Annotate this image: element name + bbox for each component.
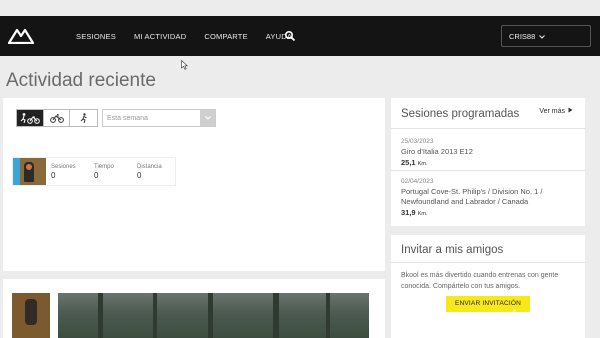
search-icon[interactable] — [284, 30, 296, 42]
session-name: Giro d'Italia 2013 E12 — [401, 147, 473, 156]
invite-title: Invitar a mis amigos — [401, 244, 504, 256]
username: CRIS88 — [509, 32, 536, 41]
session-name-line: Newfoundland and Labrador / Canada — [401, 197, 529, 206]
run-icon — [80, 112, 87, 123]
session-name-line: Portugal Cove-St. Philip's / Division No… — [401, 187, 543, 196]
app-frame: SESIONES MI ACTIVIDAD COMPARTE AYUDA CRI… — [0, 0, 600, 338]
stat-label: Distancia — [137, 164, 162, 170]
stat-value: 0 — [94, 171, 99, 180]
stat-sesiones: Sesiones 0 — [46, 158, 89, 185]
chevron-down-icon — [539, 35, 546, 39]
session-distance: 31,9 Km. — [401, 208, 576, 217]
stat-label: Sesiones — [51, 164, 76, 170]
stat-value: 0 — [137, 171, 142, 180]
filter-bike-button[interactable] — [44, 110, 71, 126]
activity-feed-item — [3, 279, 385, 338]
see-more-label: Ver más — [539, 108, 566, 115]
divider — [391, 128, 585, 129]
top-navbar: SESIONES MI ACTIVIDAD COMPARTE AYUDA CRI… — [0, 16, 600, 56]
activity-card: Esta semana Sesiones 0 Tiempo 0 Distanci… — [3, 98, 385, 271]
session-date: 02/04/2023 — [401, 178, 434, 185]
session-distance-value: 25,1 — [401, 158, 416, 167]
period-select-arrow[interactable] — [200, 110, 215, 126]
scheduled-sessions-card: Sesiones programadas Ver más 25/03/2023 … — [391, 98, 585, 226]
chevron-down-icon — [204, 116, 211, 120]
period-select[interactable]: Esta semana — [102, 109, 216, 127]
stat-distancia: Distancia 0 — [132, 158, 175, 185]
activity-stats: Sesiones 0 Tiempo 0 Distancia 0 — [12, 157, 176, 186]
session-distance: 25,1 Km. — [401, 158, 576, 167]
all-sports-icon — [20, 113, 40, 124]
session-name: Portugal Cove-St. Philip's / Division No… — [401, 187, 576, 207]
watermark: InShOt — [512, 306, 571, 325]
session-date: 25/03/2023 — [401, 138, 434, 145]
stat-label: Tiempo — [94, 164, 114, 170]
page-title: Actividad reciente — [6, 70, 156, 91]
nav-item-mi-actividad[interactable]: MI ACTIVIDAD — [134, 32, 186, 41]
nav-item-comparte[interactable]: COMPARTE — [204, 32, 247, 41]
sport-filter — [16, 109, 98, 127]
arrow-right-icon — [568, 107, 573, 113]
stat-value: 0 — [51, 171, 56, 180]
scheduled-sessions-title: Sesiones programadas — [401, 108, 520, 120]
session-distance-unit: Km. — [417, 161, 428, 167]
session-distance-unit: Km. — [417, 211, 428, 217]
divider — [391, 170, 585, 171]
invite-text: Bkool es más divertido cuando entrenas c… — [401, 272, 559, 290]
divider — [391, 262, 585, 263]
feed-route-image[interactable] — [58, 293, 369, 338]
session-distance-value: 31,9 — [401, 208, 416, 217]
cursor-icon — [181, 60, 189, 70]
main-nav: SESIONES MI ACTIVIDAD COMPARTE AYUDA — [76, 16, 310, 56]
filter-run-button[interactable] — [70, 110, 97, 126]
nav-item-sesiones[interactable]: SESIONES — [76, 32, 116, 41]
logo-icon[interactable] — [8, 28, 34, 44]
feed-avatar-thumbnail[interactable] — [12, 293, 50, 338]
stats-thumbnail — [13, 158, 46, 185]
stat-tiempo: Tiempo 0 — [89, 158, 132, 185]
see-more-link[interactable]: Ver más — [539, 107, 573, 115]
bike-icon — [49, 114, 64, 123]
scheduled-session-item[interactable]: 02/04/2023 Portugal Cove-St. Philip's / … — [401, 178, 576, 217]
period-select-value: Esta semana — [107, 115, 148, 122]
user-menu-button[interactable]: CRIS88 — [501, 25, 591, 47]
scheduled-session-item[interactable]: 25/03/2023 Giro d'Italia 2013 E12 25,1 K… — [401, 138, 576, 167]
filter-all-button[interactable] — [17, 110, 44, 126]
